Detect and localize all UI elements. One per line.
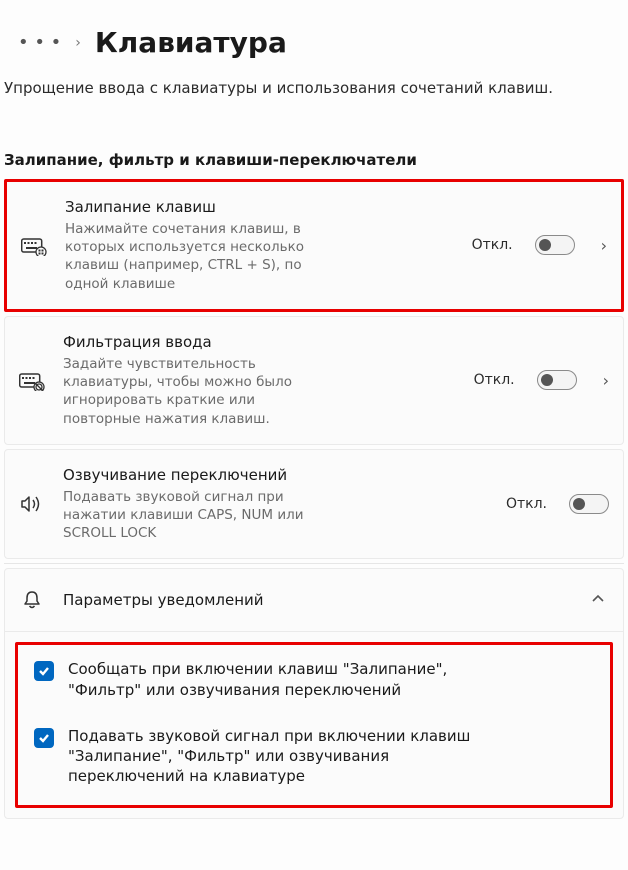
keyboard-filter-icon xyxy=(19,369,45,391)
notification-settings-header[interactable]: Параметры уведомлений xyxy=(5,569,623,631)
filter-keys-state: Откл. xyxy=(474,372,515,388)
keyboard-sticky-icon xyxy=(21,234,47,256)
section-heading: Залипание, фильтр и клавиши-переключател… xyxy=(0,97,628,179)
sticky-keys-state: Откл. xyxy=(472,237,513,253)
toggle-keys-state: Откл. xyxy=(506,496,547,512)
toggle-keys-card[interactable]: Озвучивание переключений Подавать звуков… xyxy=(4,449,624,560)
toggle-keys-toggle[interactable] xyxy=(569,494,609,514)
page-title: Клавиатура xyxy=(95,26,287,59)
toggle-keys-title: Озвучивание переключений xyxy=(63,466,484,484)
sticky-keys-card[interactable]: Залипание клавиш Нажимайте сочетания кла… xyxy=(4,179,624,312)
notification-settings-expander: Параметры уведомлений Сообщать при включ… xyxy=(4,568,624,818)
filter-keys-card[interactable]: Фильтрация ввода Задайте чувствительност… xyxy=(4,316,624,445)
notify-message-checkbox[interactable] xyxy=(34,661,54,681)
divider xyxy=(4,563,624,564)
notify-message-row[interactable]: Сообщать при включении клавиш "Залипание… xyxy=(34,659,594,700)
sticky-keys-title: Залипание клавиш xyxy=(65,198,450,216)
breadcrumb-ellipsis[interactable]: • • • xyxy=(18,32,61,53)
bell-icon xyxy=(19,589,45,611)
page-subtitle: Упрощение ввода с клавиатуры и использов… xyxy=(0,69,628,97)
notification-options-highlight: Сообщать при включении клавиш "Залипание… xyxy=(15,642,613,807)
toggle-keys-desc: Подавать звуковой сигнал при нажатии кла… xyxy=(63,488,343,543)
notification-settings-title: Параметры уведомлений xyxy=(63,591,573,609)
breadcrumb: • • • › Клавиатура xyxy=(0,0,628,69)
filter-keys-toggle[interactable] xyxy=(537,370,577,390)
breadcrumb-separator: › xyxy=(75,35,81,51)
sticky-keys-toggle[interactable] xyxy=(535,235,575,255)
filter-keys-title: Фильтрация ввода xyxy=(63,333,452,351)
chevron-right-icon[interactable]: › xyxy=(601,236,607,255)
chevron-right-icon[interactable]: › xyxy=(603,371,609,390)
sound-icon xyxy=(19,494,45,514)
filter-keys-desc: Задайте чувствительность клавиатуры, что… xyxy=(63,355,303,428)
chevron-up-icon[interactable] xyxy=(591,592,605,608)
notify-sound-checkbox[interactable] xyxy=(34,728,54,748)
notify-sound-label: Подавать звуковой сигнал при включении к… xyxy=(68,726,488,787)
sticky-keys-desc: Нажимайте сочетания клавиш, в которых ис… xyxy=(65,220,305,293)
notify-sound-row[interactable]: Подавать звуковой сигнал при включении к… xyxy=(34,726,594,787)
notify-message-label: Сообщать при включении клавиш "Залипание… xyxy=(68,659,488,700)
